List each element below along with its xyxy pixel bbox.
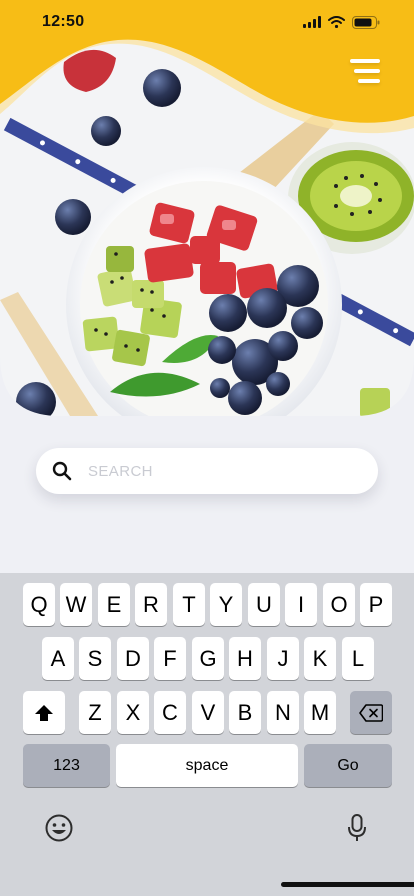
- signal-icon: [303, 16, 321, 28]
- key-v[interactable]: V: [192, 691, 224, 734]
- key-i[interactable]: I: [285, 583, 317, 626]
- home-indicator[interactable]: [281, 882, 414, 887]
- shift-icon: [35, 704, 53, 721]
- menu-line-bottom: [358, 79, 380, 83]
- key-k[interactable]: K: [304, 637, 336, 680]
- key-s[interactable]: S: [79, 637, 111, 680]
- key-t[interactable]: T: [173, 583, 205, 626]
- key-o[interactable]: O: [323, 583, 355, 626]
- hero-header: 12:50: [0, 0, 414, 416]
- key-h[interactable]: H: [229, 637, 261, 680]
- key-q[interactable]: Q: [23, 583, 55, 626]
- numbers-key[interactable]: 123: [23, 744, 110, 787]
- key-b[interactable]: B: [229, 691, 261, 734]
- key-y[interactable]: Y: [210, 583, 242, 626]
- microphone-icon[interactable]: [347, 813, 367, 843]
- wifi-icon: [328, 16, 345, 28]
- emoji-icon[interactable]: [44, 813, 74, 843]
- menu-line-middle: [354, 69, 380, 73]
- key-f[interactable]: F: [154, 637, 186, 680]
- status-time: 12:50: [42, 13, 85, 30]
- menu-button[interactable]: [350, 59, 380, 87]
- status-icons: [303, 15, 380, 29]
- key-r[interactable]: R: [135, 583, 167, 626]
- backspace-icon: [359, 703, 383, 722]
- key-a[interactable]: A: [42, 637, 74, 680]
- go-key[interactable]: Go: [304, 744, 392, 787]
- search-bar[interactable]: [36, 448, 378, 494]
- key-p[interactable]: P: [360, 583, 392, 626]
- key-w[interactable]: W: [60, 583, 92, 626]
- status-bar: 12:50: [0, 0, 414, 44]
- key-n[interactable]: N: [267, 691, 299, 734]
- key-z[interactable]: Z: [79, 691, 111, 734]
- key-j[interactable]: J: [267, 637, 299, 680]
- key-g[interactable]: G: [192, 637, 224, 680]
- backspace-key[interactable]: [350, 691, 392, 734]
- space-key[interactable]: space: [116, 744, 298, 787]
- key-m[interactable]: M: [304, 691, 336, 734]
- key-e[interactable]: E: [98, 583, 130, 626]
- battery-icon: [352, 15, 380, 29]
- key-c[interactable]: C: [154, 691, 186, 734]
- key-x[interactable]: X: [117, 691, 149, 734]
- search-input[interactable]: [88, 462, 328, 480]
- key-l[interactable]: L: [342, 637, 374, 680]
- key-d[interactable]: D: [117, 637, 149, 680]
- menu-line-top: [350, 59, 380, 63]
- search-icon: [52, 461, 72, 481]
- shift-key[interactable]: [23, 691, 65, 734]
- keyboard: Q W E R T Y U I O P A S D F G H J K L Z …: [0, 573, 414, 896]
- key-u[interactable]: U: [248, 583, 280, 626]
